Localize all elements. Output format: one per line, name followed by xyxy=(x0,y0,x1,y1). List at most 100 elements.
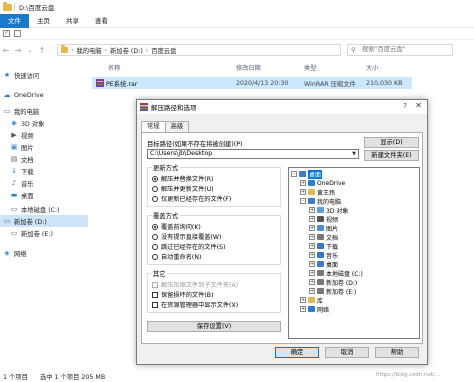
radio-button[interactable] xyxy=(152,223,158,230)
column-header-date[interactable]: 修改日期 xyxy=(236,63,261,73)
radio-button[interactable] xyxy=(152,195,158,202)
checkbox[interactable] xyxy=(152,301,158,308)
folder-icon[interactable] xyxy=(3,1,12,11)
expand-icon[interactable]: + xyxy=(309,261,315,267)
help-icon[interactable]: ? xyxy=(403,102,407,110)
radio-button[interactable] xyxy=(152,185,158,192)
sidebar-item[interactable]: ◈ 网络 xyxy=(0,247,26,259)
checkbox-show-in-explorer[interactable]: 在资源管理器中显示文件(X) xyxy=(152,300,238,309)
sidebar-item[interactable]: ☁ OneDrive xyxy=(0,89,44,101)
tree-node[interactable]: + 网络 xyxy=(300,305,329,314)
expand-icon[interactable]: + xyxy=(309,225,315,231)
checkbox-icon[interactable]: ✓ xyxy=(3,30,10,37)
back-arrow-icon[interactable]: ← xyxy=(0,46,12,55)
tab-share[interactable]: 共享 xyxy=(58,14,87,28)
radio-button[interactable] xyxy=(152,233,158,240)
save-settings-button[interactable]: 保存设置(V) xyxy=(147,321,281,332)
radio-button[interactable] xyxy=(152,175,158,182)
chevron-down-icon[interactable]: ⌄ xyxy=(24,47,36,54)
breadcrumb-baidu-folder[interactable]: 百度云盘 xyxy=(151,46,176,55)
tab-view[interactable]: 查看 xyxy=(87,14,116,28)
radio-button[interactable] xyxy=(152,253,158,260)
tree-node[interactable]: + OneDrive xyxy=(300,179,345,187)
sidebar-item[interactable]: ◆ 3D 对象 xyxy=(0,117,44,129)
column-header-type[interactable]: 类型 xyxy=(304,63,316,73)
tree-node[interactable]: + 黄王炜 xyxy=(300,188,335,197)
checkbox-keep-broken-files[interactable]: 保留损坏的文件(B) xyxy=(152,290,213,299)
expand-icon[interactable]: + xyxy=(309,279,315,285)
expand-icon[interactable]: + xyxy=(309,207,315,213)
collapse-icon[interactable]: - xyxy=(291,171,297,177)
expand-icon[interactable]: + xyxy=(309,234,315,240)
tree-node[interactable]: + 桌面 xyxy=(309,260,338,269)
address-bar[interactable]: › 我的电脑 › 新加卷 (D:) › 百度云盘 xyxy=(57,44,341,56)
sidebar-item[interactable]: ▶ 视频 xyxy=(0,129,33,141)
expand-icon[interactable]: + xyxy=(300,180,306,186)
sidebar-item[interactable]: ♪ 音乐 xyxy=(0,177,34,189)
tree-node[interactable]: + 库 xyxy=(300,296,323,305)
tree-node[interactable]: + 视频 xyxy=(309,215,338,224)
up-arrow-icon[interactable]: ↑ xyxy=(36,46,48,55)
sidebar-item[interactable]: ▭ 我的电脑 xyxy=(0,105,40,117)
tree-node[interactable]: - 我的电脑 xyxy=(300,197,341,206)
radio-overwrite-without-prompt[interactable]: 没有提示直接覆盖(W) xyxy=(152,232,221,241)
sidebar-item[interactable]: ▤ 文档 xyxy=(0,153,34,165)
page-icon[interactable] xyxy=(14,30,21,37)
sidebar-item[interactable]: ↓ 下载 xyxy=(0,165,34,177)
expand-icon[interactable]: + xyxy=(309,288,315,294)
breadcrumb-computer[interactable]: 我的电脑 xyxy=(76,46,101,55)
radio-extract-update[interactable]: 解压并更新文件(U) xyxy=(152,184,214,193)
tab-advanced[interactable]: 高级 xyxy=(164,121,190,132)
sidebar-item[interactable]: ▬ 桌面 xyxy=(0,189,34,201)
tree-node[interactable]: + 新加卷 (D:) xyxy=(309,278,357,287)
expand-icon[interactable]: + xyxy=(300,297,306,303)
expand-icon[interactable]: + xyxy=(300,189,306,195)
tree-node[interactable]: + 新加卷 (E:) xyxy=(309,287,356,296)
new-folder-button[interactable]: 新建文件夹(E) xyxy=(364,150,419,161)
tree-node[interactable]: + 图片 xyxy=(309,224,338,233)
checkbox[interactable] xyxy=(152,281,158,288)
show-button[interactable]: 显示(D) xyxy=(364,137,419,148)
radio-extract-replace[interactable]: 解压并替换文件(R) xyxy=(152,174,213,183)
chevron-down-icon[interactable]: ▼ xyxy=(352,150,356,158)
forward-arrow-icon[interactable]: → xyxy=(12,46,24,55)
expand-icon[interactable]: + xyxy=(309,243,315,249)
target-path-input[interactable]: C:\Users\jb\Desktop ▼ xyxy=(147,149,359,159)
tab-file[interactable]: 文件 xyxy=(0,13,29,28)
tree-node[interactable]: + 本地磁盘 (C:) xyxy=(309,269,363,278)
checkbox[interactable] xyxy=(152,291,158,298)
tree-node[interactable]: + 音乐 xyxy=(309,251,338,260)
sidebar-item[interactable]: ▭ 本地磁盘 (C:) xyxy=(0,203,60,215)
breadcrumb-drive-d[interactable]: 新加卷 (D:) xyxy=(110,46,143,55)
sidebar-item[interactable]: ★ 快速访问 xyxy=(0,69,39,81)
radio-auto-rename[interactable]: 自动重命名(N) xyxy=(152,252,201,261)
radio-skip-existing[interactable]: 跳过已经存在的文件(S) xyxy=(152,242,225,251)
close-icon[interactable]: ✕ xyxy=(415,101,422,110)
sidebar-item[interactable]: ▭ 新加卷 (E:) xyxy=(0,227,53,239)
help-button[interactable]: 帮助 xyxy=(375,347,419,358)
expand-icon[interactable]: + xyxy=(300,306,306,312)
tree-node[interactable]: + 文档 xyxy=(309,233,338,242)
checkbox-extract-to-subfolder[interactable]: 解压压缩文件到子文件夹(A) xyxy=(152,280,238,289)
radio-ask-before-overwrite[interactable]: 覆盖前询问(K) xyxy=(152,222,201,231)
collapse-icon[interactable]: - xyxy=(300,198,306,204)
expand-icon[interactable]: + xyxy=(309,216,315,222)
radio-button[interactable] xyxy=(152,243,158,250)
sidebar-item[interactable]: ▭ 新加卷 (D:) xyxy=(0,215,88,227)
ok-button[interactable]: 确定 xyxy=(275,347,319,358)
radio-update-existing[interactable]: 仅更新已经存在的文件(F) xyxy=(152,194,231,203)
column-header-size[interactable]: 大小 xyxy=(366,63,378,73)
column-header-name[interactable]: 名称 xyxy=(108,63,120,73)
dialog-titlebar: 解压路径和选项 ? ✕ xyxy=(137,100,427,114)
cancel-button[interactable]: 取消 xyxy=(325,347,369,358)
file-row[interactable]: PE系统.rar 2020/4/13 20:30 WinRAR 压缩文件 210… xyxy=(92,77,412,89)
sidebar-item[interactable]: ▣ 图片 xyxy=(0,141,34,153)
tree-node[interactable]: - 桌面 xyxy=(291,169,323,179)
folder-tree[interactable]: - 桌面 + OneDrive + 黄王炜 - 我的电脑 +3D 对象 + 视频 + 图片 + 文档 + 下载 +… xyxy=(288,167,420,339)
tree-node[interactable]: + 下载 xyxy=(309,242,338,251)
expand-icon[interactable]: + xyxy=(309,252,315,258)
expand-icon[interactable]: + xyxy=(309,270,315,276)
search-input[interactable]: ⚲ 搜索"百度云盘" xyxy=(347,44,453,56)
tree-node[interactable]: +3D 对象 xyxy=(309,206,348,215)
tab-home[interactable]: 主页 xyxy=(29,14,58,28)
